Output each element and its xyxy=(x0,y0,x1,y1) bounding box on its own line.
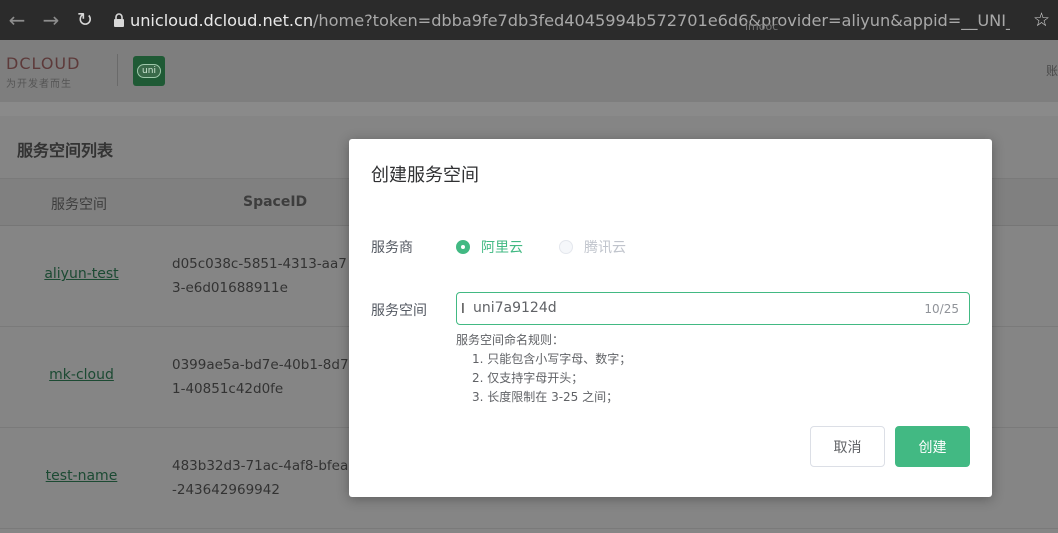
naming-rule: 3. 长度限制在 3-25 之间； xyxy=(472,390,619,404)
page-title: 服务空间列表 xyxy=(17,141,114,160)
radio-checked-icon[interactable] xyxy=(456,240,470,254)
address-bar[interactable]: unicloud.dcloud.net.cn/home?token=dbba9f… xyxy=(130,11,1010,30)
space-name-link[interactable]: mk-cloud xyxy=(0,367,163,383)
uni-badge-label: uni xyxy=(137,64,161,78)
space-name-input[interactable]: I uni7a9124d 10/25 xyxy=(456,292,970,325)
char-counter: 10/25 xyxy=(924,302,959,316)
naming-rules-title: 服务空间命名规则： xyxy=(456,333,565,347)
unicloud-logo[interactable]: uni xyxy=(133,56,165,86)
url-host: unicloud.dcloud.net.cn xyxy=(130,10,314,30)
radio-tencent[interactable]: 腾讯云 xyxy=(559,237,626,257)
dialog-title: 创建服务空间 xyxy=(371,165,479,186)
provider-label: 服务商 xyxy=(371,240,413,256)
space-id-line: d05c038c-5851-4313-aa7 xyxy=(172,256,347,272)
back-arrow-icon[interactable]: ← xyxy=(0,0,34,40)
radio-tencent-label: 腾讯云 xyxy=(584,240,626,256)
site-header: DCLOUD 为开发者而生 uni 账 xyxy=(0,40,1058,102)
header-divider xyxy=(117,54,118,86)
create-button[interactable]: 创建 xyxy=(895,426,970,467)
logo-text: DCLOUD xyxy=(6,54,81,73)
space-id-line: 0399ae5a-bd7e-40b1-8d7 xyxy=(172,357,349,373)
column-header-spaceid: SpaceID xyxy=(243,194,308,210)
space-id-line: 483b32d3-71ac-4af8-bfea xyxy=(172,458,349,474)
reload-icon[interactable]: ↻ xyxy=(68,0,102,40)
create-space-dialog: 创建服务空间 服务商 阿里云 腾讯云 服务空间 I uni7a9124d 10/… xyxy=(349,139,992,497)
naming-rule: 1. 只能包含小写字母、数字； xyxy=(472,352,632,366)
space-name-link[interactable]: aliyun-test xyxy=(0,266,163,282)
logo-slogan: 为开发者而生 xyxy=(6,79,72,90)
space-id-cell: 0399ae5a-bd7e-40b1-8d7 1-40851c42d0fe xyxy=(172,353,349,401)
cancel-button[interactable]: 取消 xyxy=(810,426,885,467)
lock-icon[interactable] xyxy=(108,12,130,28)
space-id-line: -243642969942 xyxy=(172,482,280,498)
space-name-value: uni7a9124d xyxy=(473,300,557,316)
space-name-link[interactable]: test-name xyxy=(0,468,163,484)
dcloud-logo[interactable]: DCLOUD 为开发者而生 xyxy=(6,54,80,90)
space-id-cell: 483b32d3-71ac-4af8-bfea -243642969942 xyxy=(172,454,349,502)
naming-rule: 2. 仅支持字母开头； xyxy=(472,371,584,385)
account-link[interactable]: 账 xyxy=(1046,62,1058,79)
space-name-label: 服务空间 xyxy=(371,303,427,319)
url-path: /home?token=dbba9fe7db3fed4045994b572701… xyxy=(313,10,1010,30)
space-id-cell: d05c038c-5851-4313-aa7 3-e6d01688911e xyxy=(172,252,349,300)
naming-rules: 服务空间命名规则： 1. 只能包含小写字母、数字； 2. 仅支持字母开头； 3.… xyxy=(456,331,631,407)
radio-aliyun[interactable]: 阿里云 xyxy=(456,237,523,257)
space-id-line: 3-e6d01688911e xyxy=(172,280,288,296)
radio-aliyun-label: 阿里云 xyxy=(481,240,523,256)
radio-unchecked-icon[interactable] xyxy=(559,240,573,254)
bookmark-star-icon[interactable]: ☆ xyxy=(1033,0,1050,40)
browser-toolbar: ← → ↻ unicloud.dcloud.net.cn/home?token=… xyxy=(0,0,1058,40)
forward-arrow-icon[interactable]: → xyxy=(34,0,68,40)
space-id-line: 1-40851c42d0fe xyxy=(172,381,284,397)
text-cursor-icon: I xyxy=(461,302,465,317)
column-header-space: 服务空间 xyxy=(51,197,107,213)
tooltip-fragment: imooc xyxy=(745,20,779,33)
